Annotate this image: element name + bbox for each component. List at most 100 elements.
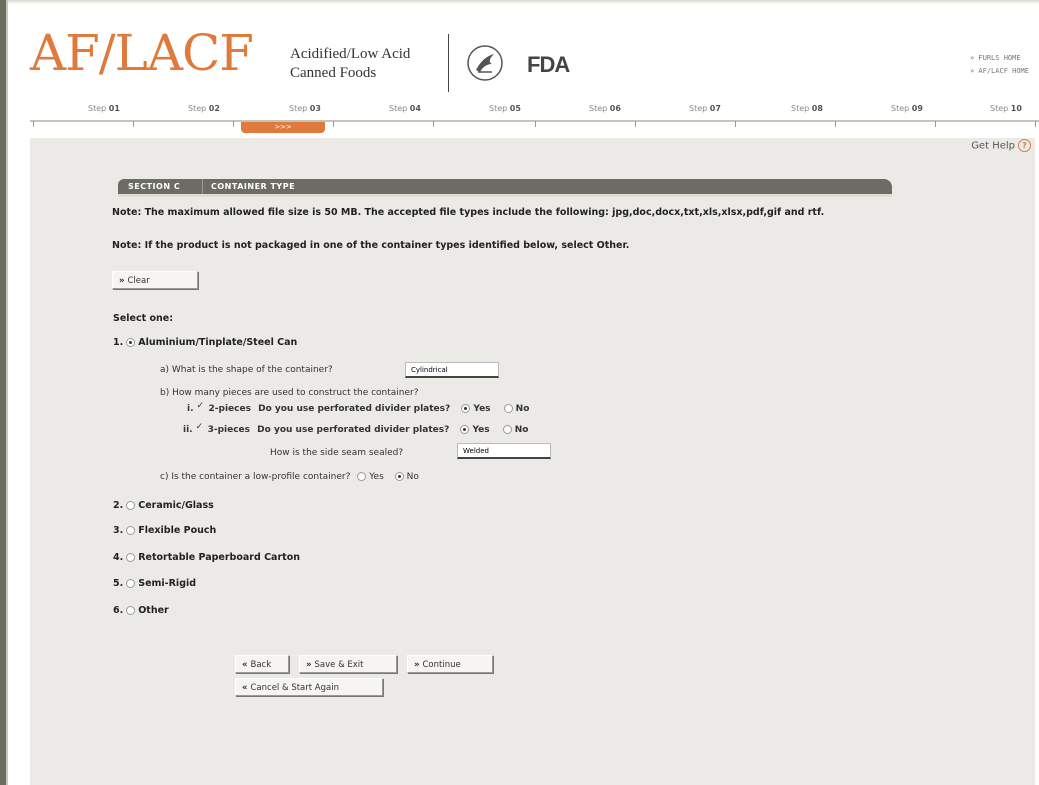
no-label: No xyxy=(406,472,419,482)
step-tick xyxy=(835,121,836,127)
select-one-label: Select one: xyxy=(113,313,173,324)
three-pieces-checkbox[interactable] xyxy=(196,422,205,434)
back-button[interactable]: «Back xyxy=(235,655,289,673)
double-chevron-icon: » xyxy=(306,660,312,670)
option-flexible-pouch[interactable]: 3. Flexible Pouch xyxy=(113,525,216,536)
yes-label: Yes xyxy=(473,404,491,414)
low-profile-row: c) Is the container a low-profile contai… xyxy=(160,472,419,482)
option-label: Ceramic/Glass xyxy=(138,500,214,511)
yes-label: Yes xyxy=(472,425,490,435)
hhs-eagle-icon xyxy=(467,45,503,81)
option-ceramic-glass[interactable]: 2. Ceramic/Glass xyxy=(113,500,214,511)
step-number: 05 xyxy=(509,104,521,113)
radio-ceramic-glass[interactable] xyxy=(126,501,136,510)
step-prefix: Step xyxy=(891,104,912,113)
option-other[interactable]: 6. Other xyxy=(113,605,169,616)
question-shape: a) What is the shape of the container? xyxy=(160,365,333,375)
two-pieces-label: 2-pieces xyxy=(208,404,251,414)
roman-ii: ii. xyxy=(183,425,193,435)
get-help-label: Get Help xyxy=(971,140,1015,152)
cancel-button-label: Cancel & Start Again xyxy=(250,683,339,693)
back-button-label: Back xyxy=(250,660,272,670)
af-lacf-logo: AF/LACF xyxy=(30,24,254,82)
side-seam-input[interactable]: Welded xyxy=(457,443,551,459)
save-exit-button-label: Save & Exit xyxy=(314,660,364,670)
main-content-panel xyxy=(30,138,1035,785)
step-09: Step 09 xyxy=(891,104,923,113)
step-prefix: Step xyxy=(489,104,510,113)
help-icon[interactable]: ? xyxy=(1018,139,1031,152)
option-number: 4. xyxy=(113,552,124,563)
get-help-link[interactable]: Get Help? xyxy=(971,139,1031,152)
step-tick xyxy=(635,121,636,127)
step-number: 07 xyxy=(709,104,721,113)
radio-other[interactable] xyxy=(126,606,136,615)
window-frame-edge xyxy=(6,0,8,785)
cancel-start-again-button[interactable]: «Cancel & Start Again xyxy=(235,678,383,696)
three-pieces-divider-no-radio[interactable] xyxy=(502,425,512,434)
three-pieces-row: ii. 3-pieces Do you use perforated divide… xyxy=(183,422,529,435)
other-note: Note: If the product is not packaged in … xyxy=(112,240,630,251)
step-number: 03 xyxy=(309,104,321,113)
fda-logo: FDA xyxy=(527,52,570,77)
step-prefix: Step xyxy=(689,104,710,113)
logo-subtitle-line2: Canned Foods xyxy=(290,65,377,81)
no-label: No xyxy=(515,404,530,414)
step-prefix: Step xyxy=(188,104,209,113)
furls-home-link[interactable]: » FURLS HOME xyxy=(970,52,1029,65)
step-tick xyxy=(33,121,34,127)
double-chevron-icon: » xyxy=(414,660,420,670)
step-prefix: Step xyxy=(791,104,812,113)
logo-subtitle: Acidified/Low Acid Canned Foods xyxy=(290,45,410,83)
step-navigation: Step 01 Step 02 Step 03 Step 04 Step 05 Step … xyxy=(30,104,1039,118)
no-label: No xyxy=(514,425,529,435)
current-step-marker: >>> xyxy=(241,122,325,133)
continue-button[interactable]: » Continue xyxy=(407,655,493,673)
aflacf-home-link[interactable]: » AF/LACF HOME xyxy=(970,65,1029,78)
step-number: 10 xyxy=(1010,104,1022,113)
step-tick xyxy=(1035,121,1036,127)
three-pieces-label: 3-pieces xyxy=(207,425,251,435)
step-prefix: Step xyxy=(589,104,610,113)
section-underline xyxy=(118,194,892,197)
clear-button[interactable]: » Clear xyxy=(112,271,198,289)
three-pieces-divider-yes-radio[interactable] xyxy=(460,425,470,434)
question-low-profile: c) Is the container a low-profile contai… xyxy=(160,472,351,482)
question-pieces: b) How many pieces are used to construct… xyxy=(160,388,419,398)
two-pieces-divider-no-radio[interactable] xyxy=(503,404,513,413)
step-tick xyxy=(535,121,536,127)
low-profile-yes-radio[interactable] xyxy=(357,472,367,481)
option-number: 3. xyxy=(113,525,124,536)
radio-semi-rigid[interactable] xyxy=(126,579,136,588)
radio-paperboard-carton[interactable] xyxy=(126,553,136,562)
option-label: Retortable Paperboard Carton xyxy=(138,552,300,563)
step-02: Step 02 xyxy=(188,104,220,113)
shape-input[interactable]: Cylindrical xyxy=(405,362,499,378)
option-aluminium[interactable]: 1. Aluminium/Tinplate/Steel Can xyxy=(113,337,297,348)
step-04: Step 04 xyxy=(389,104,421,113)
option-paperboard-carton[interactable]: 4. Retortable Paperboard Carton xyxy=(113,552,300,563)
radio-aluminium[interactable] xyxy=(126,338,136,347)
save-exit-button[interactable]: » Save & Exit xyxy=(299,655,397,673)
logo-subtitle-line1: Acidified/Low Acid xyxy=(290,46,411,62)
step-10: Step 10 xyxy=(990,104,1022,113)
divider-question: Do you use perforated divider plates? xyxy=(257,425,450,435)
question-side-seam: How is the side seam sealed? xyxy=(270,448,404,458)
radio-flexible-pouch[interactable] xyxy=(126,526,136,535)
option-semi-rigid[interactable]: 5. Semi-Rigid xyxy=(113,578,196,589)
two-pieces-checkbox[interactable] xyxy=(197,401,206,413)
step-tick xyxy=(735,121,736,127)
step-tick xyxy=(133,121,134,127)
double-chevron-icon: » xyxy=(119,276,125,286)
two-pieces-divider-yes-radio[interactable] xyxy=(461,404,471,413)
low-profile-no-radio[interactable] xyxy=(394,472,404,481)
top-shadow xyxy=(8,0,1039,4)
step-prefix: Step xyxy=(389,104,410,113)
step-number: 08 xyxy=(811,104,823,113)
step-number: 06 xyxy=(609,104,621,113)
step-tick xyxy=(333,121,334,127)
file-size-note: Note: The maximum allowed file size is 5… xyxy=(112,207,825,218)
yes-label: Yes xyxy=(369,472,384,482)
step-number: 09 xyxy=(911,104,923,113)
logo-divider xyxy=(448,34,449,92)
